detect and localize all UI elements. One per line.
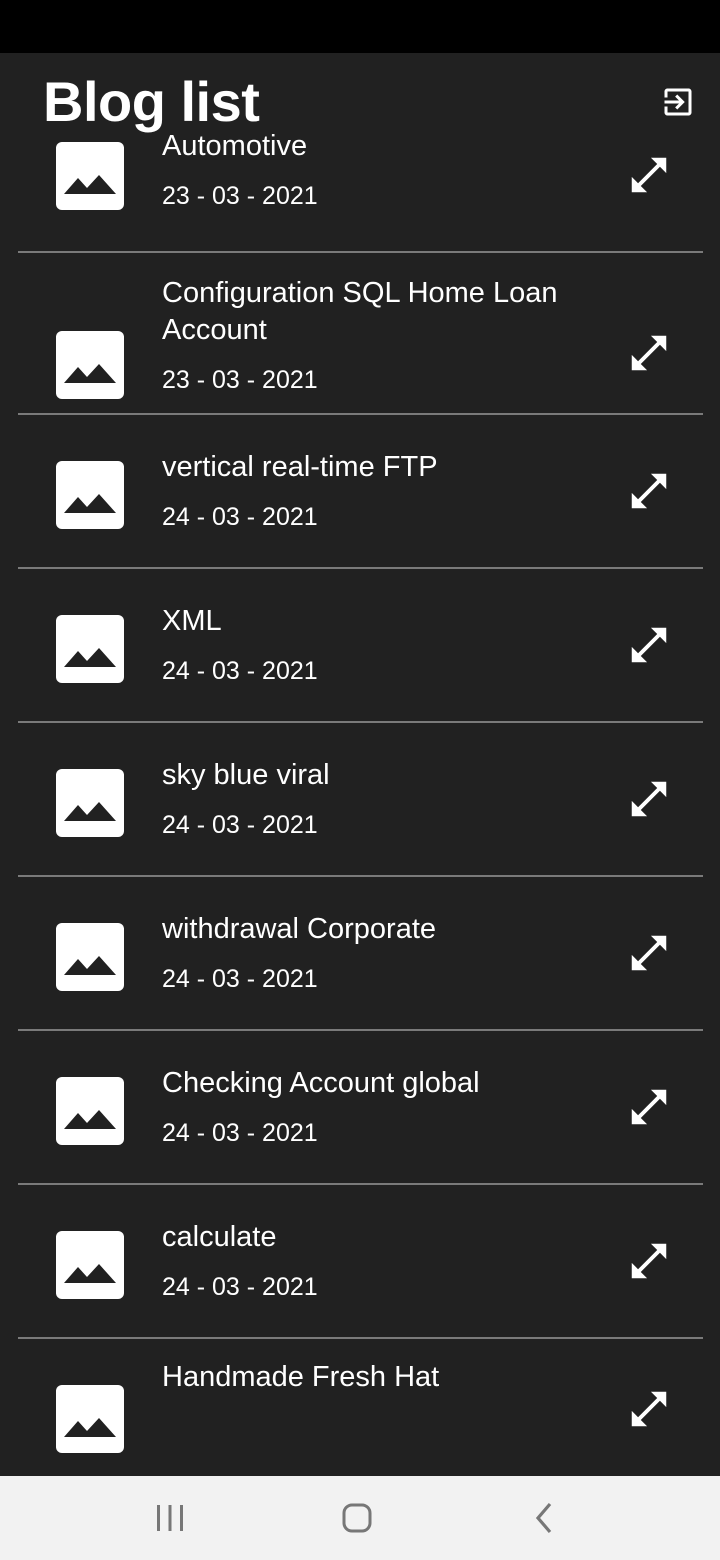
expand-button[interactable] (623, 1081, 675, 1133)
blog-date: 24 - 03 - 2021 (162, 965, 318, 993)
blog-title: Configuration SQL Home Loan Account (162, 277, 558, 346)
expand-arrows-icon (631, 157, 667, 193)
blog-list-item[interactable]: vertical real-time FTP 24 - 03 - 2021 (18, 415, 703, 569)
image-placeholder-icon (56, 1231, 124, 1299)
expand-button[interactable] (623, 465, 675, 517)
expand-button[interactable] (623, 149, 675, 201)
system-navigation-bar (0, 1476, 720, 1560)
back-button[interactable] (515, 1494, 575, 1542)
blog-date: 23 - 03 - 2021 (162, 182, 318, 210)
blog-list-item[interactable]: Configuration SQL Home Loan Account 23 -… (18, 253, 703, 415)
expand-button[interactable] (623, 927, 675, 979)
home-button[interactable] (327, 1494, 387, 1542)
blog-title: Handmade Fresh Hat (162, 1361, 440, 1393)
blog-title: withdrawal Corporate (162, 913, 437, 945)
recent-apps-icon (157, 1505, 183, 1531)
expand-button[interactable] (623, 619, 675, 671)
expand-arrows-icon (631, 627, 667, 663)
back-icon (535, 1502, 552, 1534)
expand-arrows-icon (631, 473, 667, 509)
image-placeholder-icon (56, 461, 124, 529)
blog-title: vertical real-time FTP (162, 451, 438, 483)
recent-apps-button[interactable] (140, 1494, 200, 1542)
expand-arrows-icon (631, 935, 667, 971)
expand-arrows-icon (631, 781, 667, 817)
blog-title: Automotive (162, 130, 308, 162)
app-screen: Blog list Automotive 23 - 03 - 2021 Conf… (0, 53, 720, 1476)
image-placeholder-icon (56, 1077, 124, 1145)
blog-list-item[interactable]: Checking Account global 24 - 03 - 2021 (18, 1031, 703, 1185)
expand-button[interactable] (623, 1383, 675, 1435)
blog-date: 24 - 03 - 2021 (162, 1119, 318, 1147)
image-placeholder-icon (56, 615, 124, 683)
status-bar (0, 0, 720, 53)
expand-button[interactable] (623, 773, 675, 825)
blog-title: Checking Account global (162, 1067, 480, 1099)
image-placeholder-icon (56, 923, 124, 991)
blog-list-item[interactable]: calculate 24 - 03 - 2021 (18, 1185, 703, 1339)
blog-date: 24 - 03 - 2021 (162, 503, 318, 531)
blog-list-item[interactable]: withdrawal Corporate 24 - 03 - 2021 (18, 877, 703, 1031)
blog-list-item[interactable]: Automotive 23 - 03 - 2021 (18, 58, 703, 253)
expand-arrows-icon (631, 1391, 667, 1427)
blog-list-item[interactable]: sky blue viral 24 - 03 - 2021 (18, 723, 703, 877)
blog-date: 23 - 03 - 2021 (162, 366, 318, 394)
blog-title: XML (162, 605, 222, 637)
blog-date: 24 - 03 - 2021 (162, 811, 318, 839)
blog-date: 24 - 03 - 2021 (162, 1273, 318, 1301)
expand-arrows-icon (631, 335, 667, 371)
image-placeholder-icon (56, 769, 124, 837)
image-placeholder-icon (56, 1385, 124, 1453)
blog-list-item[interactable]: XML 24 - 03 - 2021 (18, 569, 703, 723)
expand-button[interactable] (623, 1235, 675, 1287)
image-placeholder-icon (56, 331, 124, 399)
expand-arrows-icon (631, 1243, 667, 1279)
home-icon (342, 1503, 372, 1533)
image-placeholder-icon (56, 142, 124, 210)
blog-date: 24 - 03 - 2021 (162, 657, 318, 685)
blog-list-item[interactable]: Handmade Fresh Hat (18, 1339, 703, 1476)
expand-arrows-icon (631, 1089, 667, 1125)
blog-title: calculate (162, 1221, 277, 1253)
blog-title: sky blue viral (162, 759, 330, 791)
expand-button[interactable] (623, 327, 675, 379)
